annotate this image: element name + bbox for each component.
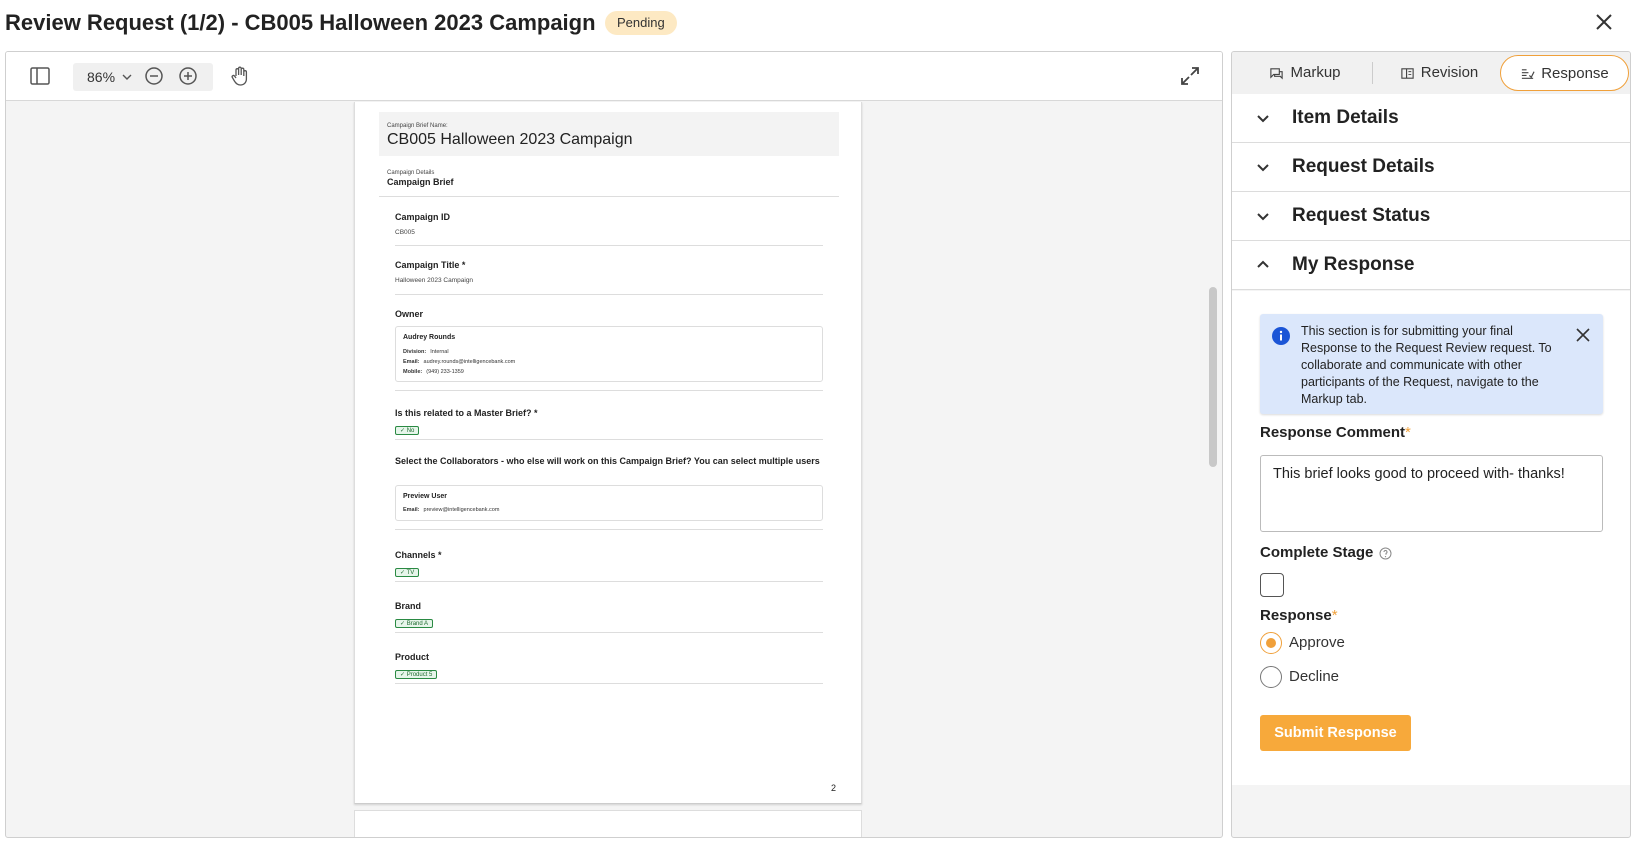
field-label: Campaign ID — [395, 212, 451, 222]
tab-markup[interactable]: Markup — [1240, 55, 1370, 91]
section-request-details[interactable]: Request Details — [1232, 143, 1630, 192]
tab-response[interactable]: Response — [1500, 55, 1629, 91]
brief-name-box: Campaign Brief Name: CB005 Halloween 202… — [379, 112, 839, 156]
tab-divider — [1372, 62, 1373, 84]
viewer-scrollbar[interactable] — [1209, 287, 1217, 467]
chevron-down-icon[interactable] — [121, 71, 133, 83]
divider — [395, 439, 823, 440]
zoom-level-select[interactable]: 86% — [87, 69, 115, 85]
chevron-down-icon — [1257, 115, 1269, 123]
tab-revision[interactable]: Revision — [1374, 55, 1504, 91]
field-product: Product ✓ Product 5 — [395, 651, 823, 681]
dialog-header: Review Request (1/2) - CB005 Halloween 2… — [0, 0, 1638, 46]
section-item-details[interactable]: Item Details — [1232, 94, 1630, 143]
viewer-toolbar: 86% — [6, 52, 1222, 101]
decline-radio[interactable] — [1260, 666, 1282, 688]
next-document-page — [354, 810, 862, 837]
owner-division: Division: Internal — [403, 349, 449, 355]
complete-stage-checkbox[interactable] — [1260, 573, 1284, 597]
sidebar-toggle-icon[interactable] — [28, 64, 52, 88]
owner-email: Email: audrey.rounds@intelligencebank.com — [403, 359, 516, 365]
value-chip: ✓ No — [395, 426, 420, 435]
close-icon[interactable] — [1590, 8, 1618, 36]
chevron-down-icon — [1257, 213, 1269, 221]
section-label: Request Status — [1292, 205, 1431, 226]
collaborator-name: Preview User — [403, 493, 447, 500]
response-icon — [1522, 68, 1535, 79]
page-number: 2 — [831, 783, 837, 793]
zoom-out-icon[interactable] — [143, 65, 165, 87]
value-chip: ✓ TV — [395, 568, 420, 577]
complete-stage-label: Complete Stage — [1260, 544, 1392, 561]
field-value: CB005 — [395, 229, 415, 236]
divider — [395, 683, 823, 684]
field-owner: Owner — [395, 308, 823, 320]
info-message: This section is for submitting your fina… — [1301, 324, 1552, 406]
details-label: Campaign Details — [387, 170, 435, 176]
expand-icon[interactable] — [1178, 64, 1202, 88]
divider — [379, 196, 839, 197]
approve-radio[interactable] — [1260, 632, 1282, 654]
brief-name: CB005 Halloween 2023 Campaign — [387, 131, 633, 148]
document-viewer: 86% Campaign Brief Name: CB005 Halloween… — [5, 51, 1223, 838]
section-label: Request Details — [1292, 156, 1435, 177]
close-icon[interactable] — [1574, 326, 1592, 344]
value-chip: ✓ Brand A — [395, 619, 434, 628]
info-icon — [1272, 327, 1290, 345]
brief-name-label: Campaign Brief Name: — [387, 123, 448, 129]
owner-name: Audrey Rounds — [403, 334, 456, 341]
divider — [395, 390, 823, 391]
divider — [395, 581, 823, 582]
zoom-control: 86% — [73, 63, 213, 91]
zoom-in-icon[interactable] — [177, 65, 199, 87]
hand-pan-icon[interactable] — [228, 64, 252, 88]
collaborator-card: Preview User Email: preview@intelligenceb… — [395, 485, 823, 521]
divider — [395, 632, 823, 633]
document-page: Campaign Brief Name: CB005 Halloween 202… — [354, 102, 862, 804]
section-my-response[interactable]: My Response — [1232, 241, 1630, 290]
field-campaign-id: Campaign ID CB005 — [395, 211, 823, 236]
divider — [395, 529, 823, 530]
divider — [395, 245, 823, 246]
response-comment-label: Response Comment* — [1260, 424, 1411, 441]
field-campaign-title: Campaign Title * Halloween 2023 Campaign — [395, 259, 823, 284]
field-brand: Brand ✓ Brand A — [395, 600, 823, 630]
owner-mobile: Mobile: (949) 233-1359 — [403, 369, 464, 375]
field-collaborators: Select the Collaborators - who else will… — [395, 455, 823, 467]
my-response-form: This section is for submitting your fina… — [1232, 291, 1630, 785]
help-icon[interactable] — [1379, 547, 1392, 560]
details-title: Campaign Brief — [387, 177, 454, 187]
review-side-panel: Markup Revision Response Item Details Re… — [1231, 51, 1631, 838]
submit-response-button[interactable]: Submit Response — [1260, 715, 1411, 751]
page-title: Review Request (1/2) - CB005 Halloween 2… — [5, 10, 596, 35]
chevron-down-icon — [1257, 164, 1269, 172]
panel-tabs: Markup Revision Response — [1232, 52, 1630, 94]
revision-icon — [1401, 67, 1414, 79]
field-label: Select the Collaborators - who else will… — [395, 456, 820, 466]
field-channels: Channels * ✓ TV — [395, 549, 823, 579]
field-label: Campaign Title * — [395, 260, 466, 270]
field-label: Owner — [395, 309, 424, 319]
decline-label[interactable]: Decline — [1289, 668, 1339, 685]
section-request-status[interactable]: Request Status — [1232, 192, 1630, 241]
collaborator-email: Email: preview@intelligencebank.com — [403, 507, 500, 513]
response-comment-field[interactable]: This brief looks good to proceed with- t… — [1260, 455, 1603, 532]
comments-icon — [1270, 67, 1284, 80]
owner-card: Audrey Rounds Division: Internal Email: au… — [395, 326, 823, 382]
field-label: Channels * — [395, 550, 442, 560]
response-label: Response* — [1260, 607, 1338, 624]
section-label: My Response — [1292, 254, 1415, 275]
field-master-brief: Is this related to a Master Brief? * ✓ N… — [395, 407, 823, 437]
section-label: Item Details — [1292, 107, 1399, 128]
field-label: Is this related to a Master Brief? * — [395, 408, 538, 418]
divider — [395, 294, 823, 295]
status-badge: Pending — [605, 11, 677, 35]
field-label: Product — [395, 652, 430, 662]
chevron-up-icon — [1257, 260, 1269, 268]
value-chip: ✓ Product 5 — [395, 670, 438, 679]
field-label: Brand — [395, 601, 422, 611]
info-banner: This section is for submitting your fina… — [1260, 314, 1603, 414]
approve-label[interactable]: Approve — [1289, 634, 1345, 651]
field-value: Halloween 2023 Campaign — [395, 277, 474, 284]
